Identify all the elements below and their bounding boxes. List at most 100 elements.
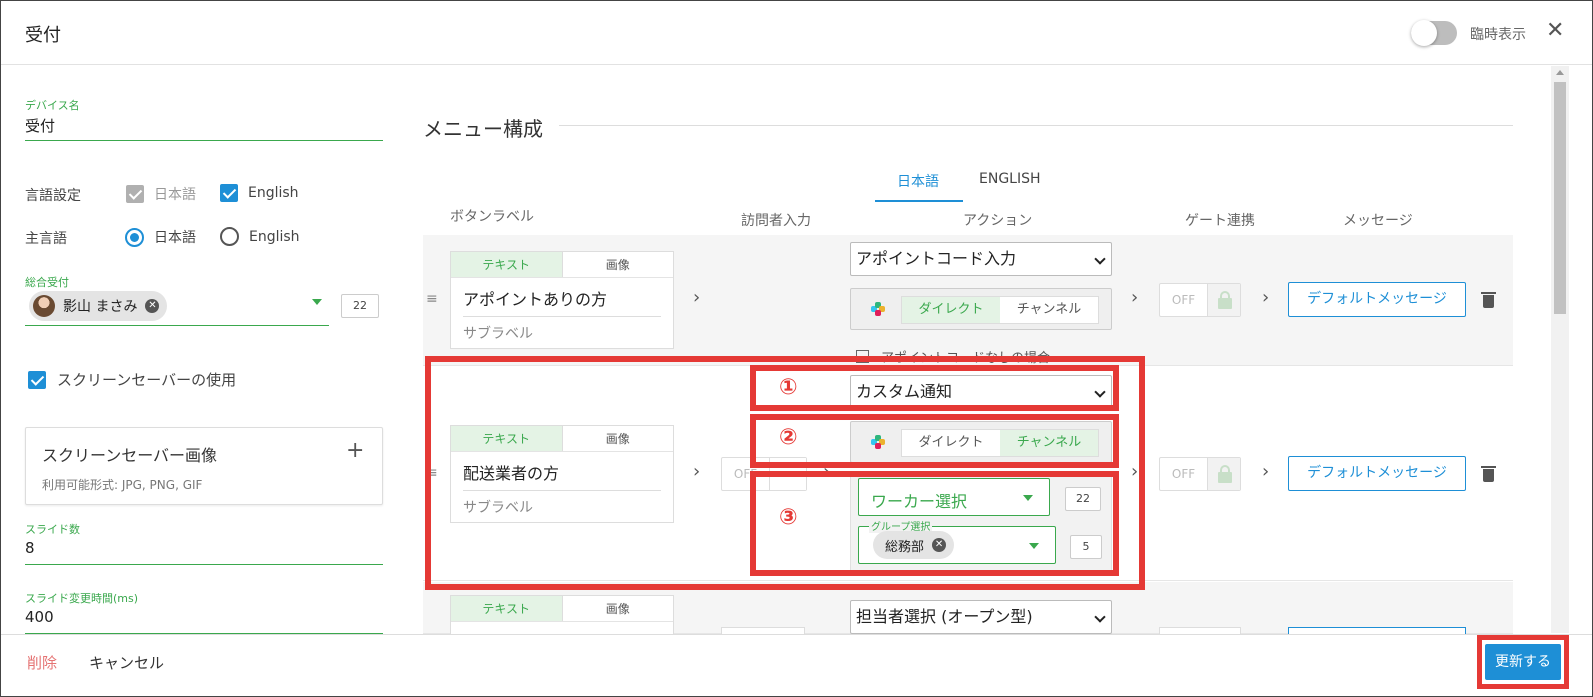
- tab-english[interactable]: ENGLISH: [979, 171, 1041, 187]
- slide-count-value: 8: [25, 539, 35, 557]
- cancel-button[interactable]: キャンセル: [89, 652, 164, 673]
- column-button-label: ボタンラベル: [450, 209, 534, 225]
- gate-toggle[interactable]: OFF: [1159, 283, 1241, 317]
- slide-count-field[interactable]: 8: [25, 539, 383, 565]
- main-language-ja-label: 日本語: [154, 230, 196, 246]
- chevron-right-icon: ›: [693, 287, 701, 308]
- main-language-en-label: English: [249, 228, 300, 245]
- label-type-toggle: テキスト 画像: [451, 252, 673, 278]
- chevron-right-icon: ›: [1131, 287, 1139, 308]
- action-select-value: アポイントコード入力: [856, 249, 1017, 268]
- temporary-display-label: 臨時表示: [1470, 27, 1526, 43]
- dialog: 受付 臨時表示 ✕ デバイス名 受付 言語設定 日本語 English 主言語 …: [0, 0, 1593, 697]
- dropdown-arrow-icon: [312, 299, 322, 305]
- slide-interval-label: スライド変更時間(ms): [25, 592, 139, 605]
- label-type-image[interactable]: 画像: [563, 596, 674, 621]
- chevron-right-icon: ›: [1262, 461, 1270, 482]
- radio-icon: [220, 227, 239, 246]
- device-name-label: デバイス名: [25, 99, 80, 112]
- annotation-box-1: [750, 365, 1119, 411]
- column-visitor-input: 訪問者入力: [741, 213, 811, 229]
- default-message-button[interactable]: デフォルトメッセージ: [1288, 282, 1466, 317]
- lock-icon: [1208, 284, 1240, 316]
- main-language-en-radio[interactable]: English: [220, 227, 300, 246]
- screensaver-checkbox-label: スクリーンセーバーの使用: [57, 371, 237, 389]
- delete-button[interactable]: 削除: [27, 652, 57, 673]
- checkbox-icon: [220, 184, 238, 202]
- chevron-down-icon: [1094, 611, 1106, 623]
- gate-off-label: OFF: [1160, 284, 1208, 316]
- action-select-value: 担当者選択 (オープン型): [856, 607, 1033, 626]
- action-select[interactable]: アポイントコード入力: [850, 242, 1112, 276]
- section-divider: [559, 125, 1513, 126]
- slide-interval-value: 400: [25, 608, 54, 626]
- gate-off-label: OFF: [1160, 458, 1208, 490]
- general-reception-count: 22: [341, 294, 379, 318]
- screensaver-image-title: スクリーンセーバー画像: [42, 446, 218, 465]
- close-icon[interactable]: ✕: [1546, 19, 1564, 43]
- trash-icon[interactable]: [1481, 292, 1496, 308]
- annotation-update-highlight: [1477, 635, 1569, 689]
- column-gate: ゲート連携: [1185, 213, 1255, 229]
- general-reception-chip: 影山 まさみ ✕: [29, 291, 168, 321]
- avatar: [33, 295, 55, 317]
- active-tab-indicator: [875, 200, 963, 202]
- device-name-value: 受付: [25, 117, 56, 135]
- button-label-input[interactable]: アポイントありの方: [463, 286, 661, 317]
- annotation-box-2: [750, 414, 1119, 468]
- screensaver-image-card: スクリーンセーバー画像 + 利用可能形式: JPG, PNG, GIF: [25, 427, 383, 505]
- radio-icon: [125, 227, 144, 247]
- language-ja-checkbox[interactable]: 日本語: [126, 184, 196, 204]
- annotation-number-2: ②: [779, 425, 798, 450]
- toggle-knob: [1411, 20, 1437, 46]
- gate-toggle[interactable]: OFF: [1159, 457, 1241, 491]
- sublabel-input[interactable]: サブラベル: [463, 323, 661, 343]
- slide-count-label: スライド数: [25, 523, 80, 536]
- scrollbar-thumb[interactable]: [1554, 82, 1566, 314]
- dialog-title: 受付: [25, 25, 61, 46]
- lock-icon: [1208, 458, 1240, 490]
- tab-japanese[interactable]: 日本語: [897, 171, 939, 191]
- dialog-footer: 削除 キャンセル: [1, 634, 1592, 696]
- dialog-header: 受付 臨時表示 ✕: [1, 1, 1592, 65]
- language-setting-label: 言語設定: [25, 188, 81, 204]
- trash-icon[interactable]: [1481, 466, 1496, 482]
- action-select[interactable]: 担当者選択 (オープン型): [850, 600, 1112, 634]
- general-reception-label: 総合受付: [25, 276, 69, 289]
- column-action: アクション: [963, 213, 1033, 229]
- drag-handle-icon[interactable]: ≡: [426, 291, 438, 307]
- general-reception-select[interactable]: 影山 まさみ ✕: [25, 289, 329, 326]
- main-language-label: 主言語: [25, 231, 67, 247]
- remove-chip-icon[interactable]: ✕: [145, 299, 160, 313]
- main-language-ja-radio[interactable]: 日本語: [125, 227, 196, 247]
- notify-direct[interactable]: ダイレクト: [902, 297, 1000, 323]
- label-type-toggle: テキスト 画像: [451, 596, 673, 622]
- screensaver-checkbox[interactable]: スクリーンセーバーの使用: [28, 369, 236, 390]
- notify-channel[interactable]: チャンネル: [1000, 297, 1098, 323]
- language-en-label: English: [248, 185, 299, 201]
- temporary-display-toggle[interactable]: [1411, 20, 1457, 46]
- label-type-text[interactable]: テキスト: [451, 252, 563, 277]
- label-type-text[interactable]: テキスト: [451, 596, 563, 621]
- checkbox-icon: [28, 370, 46, 389]
- annotation-number-1: ①: [779, 375, 798, 400]
- checkbox-icon: [126, 185, 144, 203]
- chevron-down-icon: [1094, 253, 1106, 265]
- annotation-box-3: [750, 471, 1119, 576]
- menu-section-title: メニュー構成: [423, 117, 543, 141]
- scroll-up-icon[interactable]: [1556, 70, 1564, 75]
- language-en-checkbox[interactable]: English: [220, 184, 299, 202]
- scrollbar[interactable]: [1551, 66, 1569, 633]
- notify-target-box: ダイレクト チャンネル: [850, 288, 1112, 330]
- device-name-field[interactable]: 受付: [25, 115, 383, 141]
- label-type-image[interactable]: 画像: [563, 252, 674, 277]
- annotation-number-3: ③: [779, 505, 798, 530]
- add-icon[interactable]: +: [346, 438, 364, 463]
- slack-icon: [871, 302, 885, 316]
- default-message-button[interactable]: デフォルトメッセージ: [1288, 456, 1466, 491]
- screensaver-image-formats: 利用可能形式: JPG, PNG, GIF: [42, 478, 203, 492]
- slide-interval-field[interactable]: 400: [25, 608, 383, 634]
- column-message: メッセージ: [1343, 213, 1413, 229]
- button-label-card: テキスト 画像 アポイントありの方 サブラベル: [450, 251, 674, 349]
- chip-label: 影山 まさみ: [63, 299, 138, 315]
